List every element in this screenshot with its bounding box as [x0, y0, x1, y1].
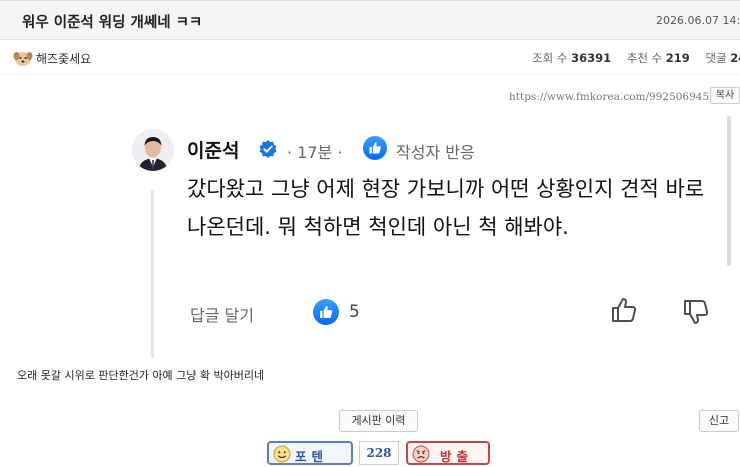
reply-link[interactable]: 답글 달기: [190, 302, 254, 326]
post-header: 워우 이준석 워딩 개쎄네 ㅋㅋ 2026.06.07 14:25: [0, 0, 740, 40]
thumbs-up-icon[interactable]: [610, 296, 638, 324]
vote-up-label: 포텐: [295, 449, 329, 464]
thread-line: [151, 190, 154, 358]
post-title: 워우 이준석 워딩 개쎄네 ㅋㅋ: [22, 15, 203, 31]
smile-face-icon: [273, 445, 291, 463]
vote-up-button[interactable]: 포텐: [267, 441, 353, 465]
comment-time: · 17분 ·: [287, 143, 343, 162]
comments-count: 246: [730, 51, 740, 65]
board-history-button[interactable]: 게시판 이력: [339, 410, 418, 432]
author-avatar-icon: [13, 52, 33, 66]
post-date: 2026.06.07 14:25: [656, 14, 740, 27]
verified-badge-icon: [259, 140, 277, 158]
comment-body: 갔다왔고 그냥 어제 현장 가보니까 어떤 상황인지 견적 바로 나온던데. 뭐…: [187, 177, 705, 239]
recommend-count: 219: [665, 51, 690, 65]
vote-count: 228: [359, 441, 399, 465]
post-url[interactable]: https://www.fmkorea.com/9925069452: [509, 91, 716, 103]
embedded-comment-screenshot: 이준석 · 17분 · 작성자 반응 갔다왔고 그냥 어제 현장 가보니까 어떤…: [113, 106, 740, 364]
screenshot-scrollbar: [727, 116, 731, 266]
comment-author: 이준석: [187, 140, 240, 162]
like-count-icon: [313, 299, 339, 325]
author-reaction-label: 작성자 반응: [396, 143, 475, 162]
copy-url-button[interactable]: 복사: [710, 87, 740, 104]
like-icon: [363, 136, 387, 160]
post-stats: 조회 수 36391 추천 수 219 댓글 246: [532, 50, 740, 66]
views-label: 조회 수: [532, 51, 568, 65]
vote-down-label: 방출: [440, 449, 474, 464]
post-meta: 해즈줒세요 조회 수 36391 추천 수 219 댓글 246: [0, 41, 740, 75]
angry-face-icon: [412, 445, 430, 463]
like-count: 5: [349, 302, 360, 322]
vote-down-button[interactable]: 방출: [406, 441, 490, 465]
thumbs-down-icon[interactable]: [682, 298, 710, 326]
recommend-label: 추천 수: [626, 51, 663, 65]
profile-photo: [132, 129, 174, 171]
post-body-text: 오래 못갈 시위로 판단한건가 아예 그냥 확 박아버리네: [17, 369, 265, 382]
comments-label: 댓글: [705, 51, 727, 65]
views-count: 36391: [571, 51, 612, 65]
report-button[interactable]: 신고: [699, 410, 739, 432]
author-name[interactable]: 해즈줒세요: [36, 50, 91, 67]
